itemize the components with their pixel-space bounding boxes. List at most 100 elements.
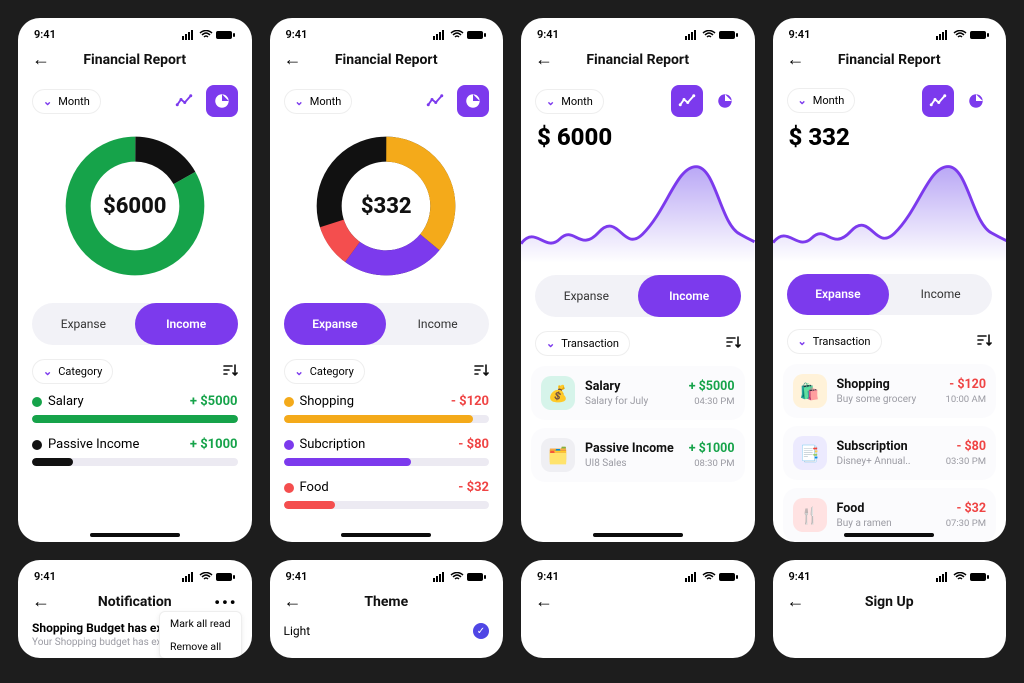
- transaction-selector[interactable]: ⌄ Transaction: [535, 331, 630, 356]
- status-icons: [685, 572, 739, 582]
- home-indicator: [341, 533, 431, 537]
- page-title: Financial Report: [838, 52, 941, 68]
- tab-income[interactable]: Income: [889, 274, 992, 316]
- category-name: Passive Income: [48, 437, 139, 452]
- tab-income[interactable]: Income: [386, 303, 489, 345]
- menu-remove-all[interactable]: Remove all: [160, 635, 240, 658]
- header: ← Financial Report: [18, 45, 252, 75]
- period-selector[interactable]: ⌄ Month: [787, 88, 856, 113]
- transaction-item[interactable]: 🗂️Passive IncomeUI8 Sales+ $100008:30 PM: [531, 428, 745, 482]
- back-button[interactable]: ←: [284, 51, 302, 69]
- status-time: 9:41: [286, 28, 308, 41]
- page-title: Financial Report: [586, 52, 689, 68]
- donut-center-value: $332: [361, 194, 412, 219]
- chevron-down-icon: ⌄: [546, 95, 555, 108]
- category-dot-icon: [32, 440, 42, 450]
- pie-chart-icon: [716, 92, 734, 110]
- tab-income[interactable]: Income: [135, 303, 238, 345]
- category-amount: - $32: [458, 480, 489, 495]
- transaction-selector[interactable]: ⌄ Transaction: [787, 329, 882, 354]
- sort-button[interactable]: [976, 332, 992, 352]
- signal-icon: [182, 30, 196, 40]
- sort-button[interactable]: [222, 362, 238, 382]
- period-selector[interactable]: ⌄ Month: [284, 89, 353, 114]
- status-icons: [433, 572, 487, 582]
- wifi-icon: [199, 30, 213, 40]
- expanse-income-toggle: Expanse Income: [32, 303, 238, 345]
- status-icons: [433, 30, 487, 40]
- screen-signup: 9:41 ← Sign Up: [773, 560, 1007, 658]
- pie-chart-button[interactable]: [206, 85, 238, 117]
- line-chart-button[interactable]: [168, 85, 200, 117]
- status-time: 9:41: [789, 28, 811, 41]
- pie-chart-button[interactable]: [709, 85, 741, 117]
- back-button[interactable]: ←: [32, 51, 50, 69]
- line-chart-button[interactable]: [922, 85, 954, 117]
- category-selector[interactable]: ⌄ Category: [32, 359, 113, 384]
- wifi-icon: [702, 572, 716, 582]
- back-button[interactable]: ←: [787, 593, 805, 611]
- tab-income[interactable]: Income: [638, 275, 741, 317]
- back-button[interactable]: ←: [787, 51, 805, 69]
- category-bar: [32, 415, 238, 423]
- area-chart-income: [521, 153, 755, 263]
- screen-financial-report-income-pie: 9:41 ← Financial Report ⌄ Month: [18, 18, 252, 542]
- category-list: Shopping- $120 Subcription- $80 Food - $32: [270, 390, 504, 509]
- pie-chart-button[interactable]: [960, 85, 992, 117]
- category-amount: - $120: [451, 394, 489, 409]
- category-item[interactable]: Shopping- $120: [284, 394, 490, 423]
- period-selector[interactable]: ⌄ Month: [32, 89, 101, 114]
- transaction-amount: - $80: [956, 439, 986, 454]
- line-chart-button[interactable]: [419, 85, 451, 117]
- category-name: Food: [300, 480, 329, 495]
- line-chart-icon: [175, 92, 193, 110]
- back-button[interactable]: ←: [32, 593, 50, 611]
- category-item[interactable]: Passive Income + $1000: [32, 437, 238, 466]
- transaction-item[interactable]: 🛍️ShoppingBuy some grocery- $12010:00 AM: [783, 364, 997, 418]
- status-icons: [936, 572, 990, 582]
- transaction-icon: 📑: [793, 436, 827, 470]
- category-bar: [284, 415, 490, 423]
- menu-mark-all-read[interactable]: Mark all read: [160, 612, 240, 635]
- category-bar: [284, 501, 490, 509]
- sort-button[interactable]: [473, 362, 489, 382]
- category-amount: + $5000: [190, 394, 238, 409]
- category-item[interactable]: Food - $32: [284, 480, 490, 509]
- signal-icon: [433, 572, 447, 582]
- period-label: Month: [813, 94, 845, 107]
- category-item[interactable]: Salary+ $5000: [32, 394, 238, 423]
- transaction-amount: - $32: [956, 501, 986, 516]
- chevron-down-icon: ⌄: [798, 94, 807, 107]
- battery-icon: [970, 572, 990, 582]
- pie-chart-button[interactable]: [457, 85, 489, 117]
- transaction-amount: - $120: [949, 377, 986, 392]
- chevron-down-icon: ⌄: [798, 335, 807, 348]
- theme-option-light[interactable]: Light ✓: [270, 617, 504, 645]
- transaction-icon: 💰: [541, 376, 575, 410]
- signal-icon: [936, 572, 950, 582]
- signal-icon: [685, 572, 699, 582]
- back-button[interactable]: ←: [535, 51, 553, 69]
- category-selector[interactable]: ⌄ Category: [284, 359, 365, 384]
- battery-icon: [216, 30, 236, 40]
- back-button[interactable]: ←: [284, 593, 302, 611]
- tab-expanse[interactable]: Expanse: [787, 274, 890, 316]
- sort-button[interactable]: [725, 334, 741, 354]
- category-amount: + $1000: [190, 437, 238, 452]
- tab-expanse[interactable]: Expanse: [32, 303, 135, 345]
- period-selector[interactable]: ⌄ Month: [535, 89, 604, 114]
- category-amount: - $80: [458, 437, 489, 452]
- chevron-down-icon: ⌄: [43, 95, 52, 108]
- page-title: Sign Up: [865, 594, 914, 610]
- line-chart-button[interactable]: [671, 85, 703, 117]
- sort-icon: [222, 362, 238, 378]
- donut-chart-income: $6000: [18, 121, 252, 291]
- transaction-item[interactable]: 📑SubscriptionDisney+ Annual..- $8003:30 …: [783, 426, 997, 480]
- more-button[interactable]: •••: [214, 593, 237, 612]
- back-button[interactable]: ←: [535, 593, 553, 611]
- transaction-item[interactable]: 💰SalarySalary for July+ $500004:30 PM: [531, 366, 745, 420]
- battery-icon: [719, 572, 739, 582]
- tab-expanse[interactable]: Expanse: [535, 275, 638, 317]
- category-item[interactable]: Subcription- $80: [284, 437, 490, 466]
- tab-expanse[interactable]: Expanse: [284, 303, 387, 345]
